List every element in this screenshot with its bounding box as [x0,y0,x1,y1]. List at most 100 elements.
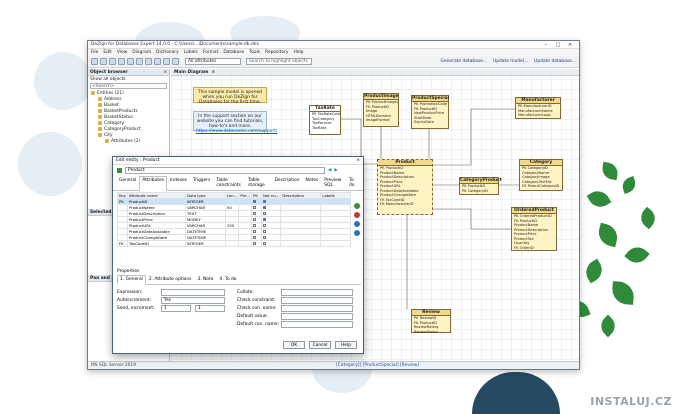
nn-checkbox[interactable] [263,242,267,245]
entity-category[interactable]: Category PK CategoryID CategoryName Cate… [519,159,563,191]
open-icon[interactable] [100,58,107,65]
zoom-icon[interactable] [172,58,179,65]
menu-edit[interactable]: Edit [103,50,112,55]
cell-type[interactable]: INTEGER [185,240,226,247]
entity-name-input[interactable]: Product [125,167,325,174]
expression-input[interactable] [161,288,225,296]
menu-format[interactable]: Format [203,50,218,55]
entity-manufacturer[interactable]: Manufacturer PK ManufacturerID Manufactu… [515,97,561,119]
nav-next-icon[interactable]: ▶ [334,168,337,173]
cell-len[interactable] [224,240,240,247]
default-value-input[interactable] [281,312,353,320]
check-name-input[interactable] [281,304,353,312]
close-icon[interactable]: × [163,70,167,75]
prop-tab-general[interactable]: 1. General [117,275,146,285]
generate-database-link[interactable]: Generate database... [441,59,487,64]
undo-icon[interactable] [154,58,161,65]
col-length[interactable]: Len... [224,192,240,199]
entity-product[interactable]: Product PK ProductID ProductName Product… [377,159,433,215]
nn-checkbox[interactable] [263,230,267,233]
menu-repository[interactable]: Repository [265,50,288,55]
close-icon[interactable]: × [211,70,215,75]
nn-checkbox[interactable] [263,218,267,221]
menu-dictionary[interactable]: Dictionary [156,50,179,55]
show-objects-select[interactable]: Show all objects [88,76,169,82]
close-icon[interactable]: × [356,158,360,163]
pk-checkbox[interactable] [253,236,257,239]
autoincrement-select[interactable]: Yes [161,296,225,304]
nn-checkbox[interactable] [263,236,267,239]
tree-item[interactable]: Attributes (2) [88,138,169,144]
entity-taxrate[interactable]: TaxRate PK TaxRateCode TaxCategory TaxPe… [309,105,341,135]
add-attribute-icon[interactable] [354,203,360,209]
pk-checkbox[interactable] [253,218,257,221]
default-name-input[interactable] [281,320,353,328]
nn-checkbox[interactable] [263,212,267,215]
nav-prev-icon[interactable]: ◀ [328,168,331,173]
tab-table-storage[interactable]: Table storage [245,176,271,190]
entity-review[interactable]: Review PK ReviewID FK ProductID ReviewRa… [411,309,451,334]
remove-attribute-icon[interactable] [354,212,360,218]
tab-to-do[interactable]: To do [346,176,360,190]
search-highlight-input[interactable]: Search to highlight objects [246,58,312,65]
update-database-link[interactable]: Update database... [534,59,576,64]
update-model-link[interactable]: Update model... [493,59,528,64]
attribute-row[interactable]: FK TaxCodeID INTEGER [117,240,351,247]
cell-description[interactable] [280,240,322,247]
cell-name[interactable]: TaxCodeID [127,240,186,247]
menu-help[interactable]: Help [293,50,303,55]
print-icon[interactable] [118,58,125,65]
close-icon[interactable]: × [564,42,576,48]
col-precision[interactable]: Pre... [238,192,253,199]
move-down-icon[interactable] [354,230,360,236]
col-not-null[interactable]: Not nu... [261,192,282,199]
cancel-button[interactable]: Cancel [309,341,331,349]
new-icon[interactable] [91,58,98,65]
prop-tab-attribute-options[interactable]: 2. Attribute options [146,275,195,284]
cut-icon[interactable] [127,58,134,65]
maximize-icon[interactable]: □ [552,42,564,48]
menu-diagram[interactable]: Diagram [132,50,151,55]
pk-checkbox[interactable] [253,200,257,203]
pk-checkbox[interactable] [253,212,257,215]
support-link[interactable]: https://www.datanamic.com/support/ [196,129,277,134]
cell-key[interactable]: FK [117,240,128,247]
tab-main-diagram[interactable]: Main Diagram [174,70,208,75]
increment-input[interactable]: 1 [195,304,225,312]
tab-description[interactable]: Description [272,176,303,190]
help-button[interactable]: Help [335,341,357,349]
object-search-input[interactable]: <Search> [90,83,167,89]
nn-checkbox[interactable] [263,224,267,227]
entity-productimage[interactable]: ProductImage PK ProductImageID FK Produc… [363,93,399,127]
prop-tab-note[interactable]: 3. Note [194,275,216,284]
nn-checkbox[interactable] [263,206,267,209]
entity-categoryproduct[interactable]: CategoryProduct PK ProductID PK Category… [459,177,502,195]
redo-icon[interactable] [163,58,170,65]
pk-checkbox[interactable] [253,230,257,233]
menu-file[interactable]: File [91,50,98,55]
save-icon[interactable] [109,58,116,65]
cell-pk[interactable] [251,240,263,247]
cell-pre[interactable] [238,240,253,247]
tab-indexes[interactable]: Indexes [167,176,190,190]
prop-tab-to-do[interactable]: 4. To do [216,275,239,284]
copy-icon[interactable] [136,58,143,65]
tab-preview-sql[interactable]: Preview SQL [321,176,346,190]
menu-view[interactable]: View [117,50,127,55]
check-constraint-input[interactable] [281,296,353,304]
collate-input[interactable] [281,288,353,296]
pk-checkbox[interactable] [253,224,257,227]
tab-triggers[interactable]: Triggers [190,176,213,190]
paste-icon[interactable] [145,58,152,65]
tab-attributes[interactable]: Attributes [139,176,167,191]
cell-nn[interactable] [261,240,282,247]
menu-database[interactable]: Database [223,50,244,55]
minimize-icon[interactable]: – [540,42,552,48]
entity-orderedproduct[interactable]: OrderedProduct PK OrderedProductID FK Pr… [511,207,557,251]
tab-notes[interactable]: Notes [303,176,322,190]
tab-general[interactable]: General [116,176,139,190]
move-up-icon[interactable] [354,221,360,227]
menu-tools[interactable]: Tools [249,50,260,55]
pk-checkbox[interactable] [253,242,257,245]
entity-productspecial[interactable]: ProductSpecial PK PromotionCode FK Produ… [411,95,449,129]
